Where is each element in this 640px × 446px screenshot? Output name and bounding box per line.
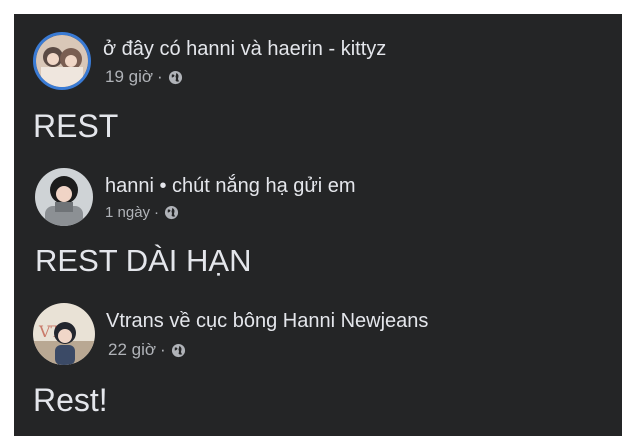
meta-separator: · [154, 204, 160, 221]
post-meta: 1 ngày · [105, 204, 179, 221]
globe-icon [171, 343, 185, 357]
post-timestamp[interactable]: 19 giờ [105, 67, 153, 87]
feed-screenshot: ở đây có hanni và haerin - kittyz 19 giờ… [14, 14, 622, 436]
post-text: Rest! [33, 382, 108, 418]
globe-icon [164, 205, 179, 220]
post-meta: 22 giờ · [108, 340, 186, 360]
post-author-name[interactable]: ở đây có hanni và haerin - kittyz [103, 38, 386, 61]
avatar-image: VTR [33, 303, 95, 365]
avatar[interactable] [35, 168, 93, 226]
post-text: REST DÀI HẠN [35, 243, 252, 278]
avatar[interactable]: VTR [33, 303, 95, 365]
avatar-image [36, 35, 88, 87]
post-timestamp[interactable]: 22 giờ [108, 340, 156, 360]
post-timestamp[interactable]: 1 ngày [105, 204, 150, 221]
meta-separator: · [157, 67, 163, 86]
globe-icon [168, 70, 182, 84]
post-meta: 19 giờ · [105, 67, 183, 87]
avatar-image [35, 168, 93, 226]
post-author-name[interactable]: Vtrans về cục bông Hanni Newjeans [106, 310, 428, 333]
post-text: REST [33, 108, 119, 144]
meta-separator: · [160, 340, 166, 359]
post-author-name[interactable]: hanni • chút nắng hạ gửi em [105, 175, 356, 198]
avatar[interactable] [33, 32, 91, 90]
